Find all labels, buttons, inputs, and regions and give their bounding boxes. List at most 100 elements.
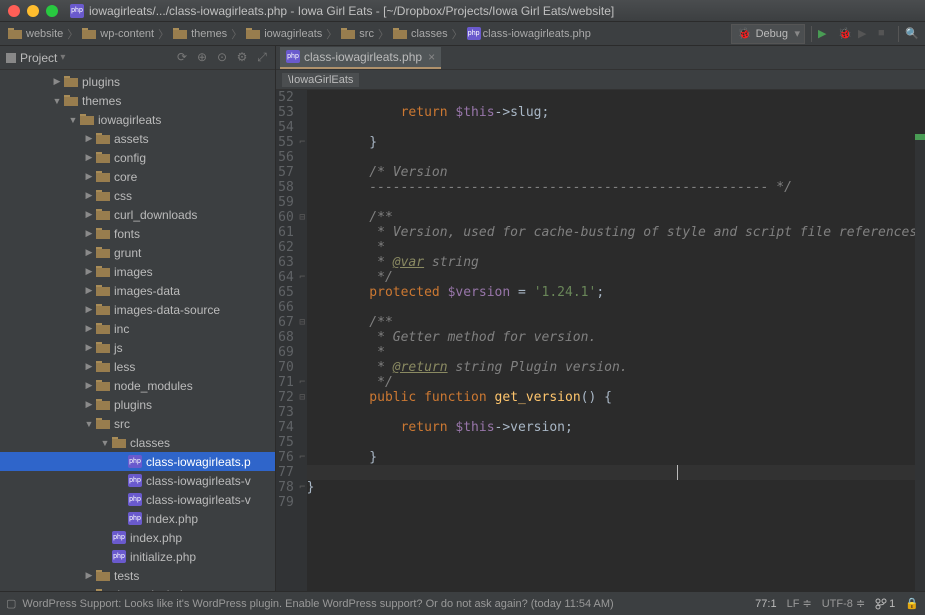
fold-start-icon[interactable]: ⊟	[298, 210, 307, 225]
editor-tab-active[interactable]: php class-iowagirleats.php ×	[280, 47, 441, 69]
tree-file[interactable]: phpclass-iowagirleats-v	[0, 471, 275, 490]
crumb-file[interactable]: phpclass-iowagirleats.php	[465, 27, 593, 40]
tree-arrow-icon: ▶	[50, 76, 64, 87]
code-comment: string Plugin version.	[448, 360, 628, 375]
debug-button[interactable]: 🐞	[838, 27, 852, 41]
php-file-icon: php	[286, 50, 300, 63]
tree-folder-images[interactable]: ▶images	[0, 262, 275, 281]
minimize-window-button[interactable]	[27, 5, 39, 17]
tree-label: css	[114, 189, 132, 203]
chevron-right-icon: 〉	[452, 26, 463, 42]
project-tree[interactable]: ▶plugins ▼themes ▼iowagirleats ▶assets ▶…	[0, 70, 275, 591]
line-number: 56	[276, 150, 294, 165]
line-number: 67	[276, 315, 294, 330]
php-file-icon: php	[467, 27, 481, 40]
tree-label: config	[114, 151, 146, 165]
line-number: 79	[276, 495, 294, 510]
tree-arrow-icon: ▶	[82, 190, 96, 201]
tree-label: js	[114, 341, 123, 355]
tree-arrow-down-icon: ▼	[98, 438, 112, 448]
zoom-window-button[interactable]	[46, 5, 58, 17]
tree-folder-core[interactable]: ▶core	[0, 167, 275, 186]
tree-arrow-icon: ▶	[82, 304, 96, 315]
tree-folder-css[interactable]: ▶ css	[0, 186, 275, 205]
scroll-to-source-icon[interactable]: ⊕	[195, 50, 209, 65]
crumb-website[interactable]: website	[6, 27, 65, 40]
tree-label: grunt	[114, 246, 141, 260]
status-message[interactable]: WordPress Support: Looks like it's WordP…	[22, 598, 755, 610]
window-title: iowagirleats/.../class-iowagirleats.php …	[89, 4, 614, 18]
run-config-select[interactable]: 🐞 Debug	[731, 24, 805, 44]
fold-start-icon[interactable]: ⊟	[298, 315, 307, 330]
crumb-src[interactable]: src	[339, 27, 376, 40]
tree-label: classes	[130, 436, 170, 450]
project-view-select[interactable]: Project	[20, 51, 65, 65]
tree-file[interactable]: phpinitialize.php	[0, 547, 275, 566]
run-button[interactable]: ▶	[818, 27, 832, 41]
tool-window-toggle-icon[interactable]: ▢	[6, 597, 16, 610]
tree-folder-js[interactable]: ▶js	[0, 338, 275, 357]
crumb-wp-content[interactable]: wp-content	[80, 27, 156, 40]
code-token: }	[369, 450, 377, 465]
tree-folder-images-data[interactable]: ▶images-data	[0, 281, 275, 300]
tree-folder-less[interactable]: ▶less	[0, 357, 275, 376]
line-number: 69	[276, 345, 294, 360]
close-tab-icon[interactable]: ×	[428, 50, 435, 64]
code-content[interactable]: return $this->slug; } /* Version -------…	[307, 90, 925, 591]
tree-folder-src[interactable]: ▼src	[0, 414, 275, 433]
tree-folder-images-data-source[interactable]: ▶images-data-source	[0, 300, 275, 319]
tree-folder-grunt[interactable]: ▶grunt	[0, 243, 275, 262]
tab-label: class-iowagirleats.php	[304, 50, 422, 64]
window-titlebar: php iowagirleats/.../class-iowagirleats.…	[0, 0, 925, 22]
tree-file-selected[interactable]: phpclass-iowagirleats.p	[0, 452, 275, 471]
tree-folder-plugins[interactable]: ▶plugins	[0, 72, 275, 91]
fold-end-icon[interactable]: ⌐	[298, 480, 307, 495]
tree-file[interactable]: phpindex.php	[0, 509, 275, 528]
gear-icon[interactable]: ⚙	[235, 50, 249, 65]
fold-end-icon[interactable]: ⌐	[298, 135, 307, 150]
tree-folder-classes[interactable]: ▼ classes	[0, 433, 275, 452]
caret-position[interactable]: 77:1	[755, 598, 776, 610]
fold-end-icon[interactable]: ⌐	[298, 270, 307, 285]
tree-file[interactable]: phpclass-iowagirleats-v	[0, 490, 275, 509]
code-token: public	[369, 390, 416, 405]
lock-icon[interactable]: 🔒	[905, 597, 919, 610]
scroll-from-source-icon[interactable]: ⊙	[215, 50, 229, 65]
tree-arrow-down-icon: ▼	[82, 419, 96, 429]
collapse-all-icon[interactable]: ⟳	[175, 50, 189, 65]
stop-button[interactable]: ■	[878, 27, 892, 41]
code-editor[interactable]: 52 53 54 55 56 57 58 59 60 61 62 63 64 6…	[276, 90, 925, 591]
tree-folder-config[interactable]: ▶config	[0, 148, 275, 167]
fold-end-icon[interactable]: ⌐	[298, 375, 307, 390]
tree-label: class-iowagirleats-v	[146, 493, 251, 507]
fold-end-icon[interactable]: ⌐	[298, 450, 307, 465]
tree-folder-assets[interactable]: ▶assets	[0, 129, 275, 148]
tree-folder-plugins-inner[interactable]: ▶plugins	[0, 395, 275, 414]
crumb-themes[interactable]: themes	[171, 27, 229, 40]
namespace-crumb[interactable]: \IowaGirlEats	[282, 73, 359, 87]
search-everywhere-button[interactable]: 🔍	[905, 27, 919, 41]
traffic-lights	[8, 5, 58, 17]
tree-folder-fonts[interactable]: ▶fonts	[0, 224, 275, 243]
crumb-iowagirleats[interactable]: iowagirleats	[244, 27, 324, 40]
git-branch-indicator[interactable]: 1	[875, 598, 895, 610]
folder-icon	[96, 360, 110, 373]
encoding-indicator[interactable]: UTF-8 ≑	[822, 597, 865, 610]
tree-folder-curl-downloads[interactable]: ▶curl_downloads	[0, 205, 275, 224]
tree-folder-themes[interactable]: ▼themes	[0, 91, 275, 110]
tree-folder-iowagirleats[interactable]: ▼iowagirleats	[0, 110, 275, 129]
tree-folder-inc[interactable]: ▶inc	[0, 319, 275, 338]
line-number: 53	[276, 105, 294, 120]
crumb-classes[interactable]: classes	[391, 27, 450, 40]
close-window-button[interactable]	[8, 5, 20, 17]
folder-icon	[80, 113, 94, 126]
error-stripe-gutter[interactable]	[915, 134, 925, 591]
hide-panel-icon[interactable]: ⤢	[255, 50, 269, 65]
tree-folder-tests[interactable]: ▶tests	[0, 566, 275, 585]
tree-file[interactable]: phpindex.php	[0, 528, 275, 547]
coverage-button[interactable]: ▶	[858, 27, 872, 41]
line-ending-indicator[interactable]: LF ≑	[787, 597, 812, 610]
fold-start-icon[interactable]: ⊟	[298, 390, 307, 405]
folder-icon	[96, 379, 110, 392]
tree-folder-node-modules[interactable]: ▶node_modules	[0, 376, 275, 395]
